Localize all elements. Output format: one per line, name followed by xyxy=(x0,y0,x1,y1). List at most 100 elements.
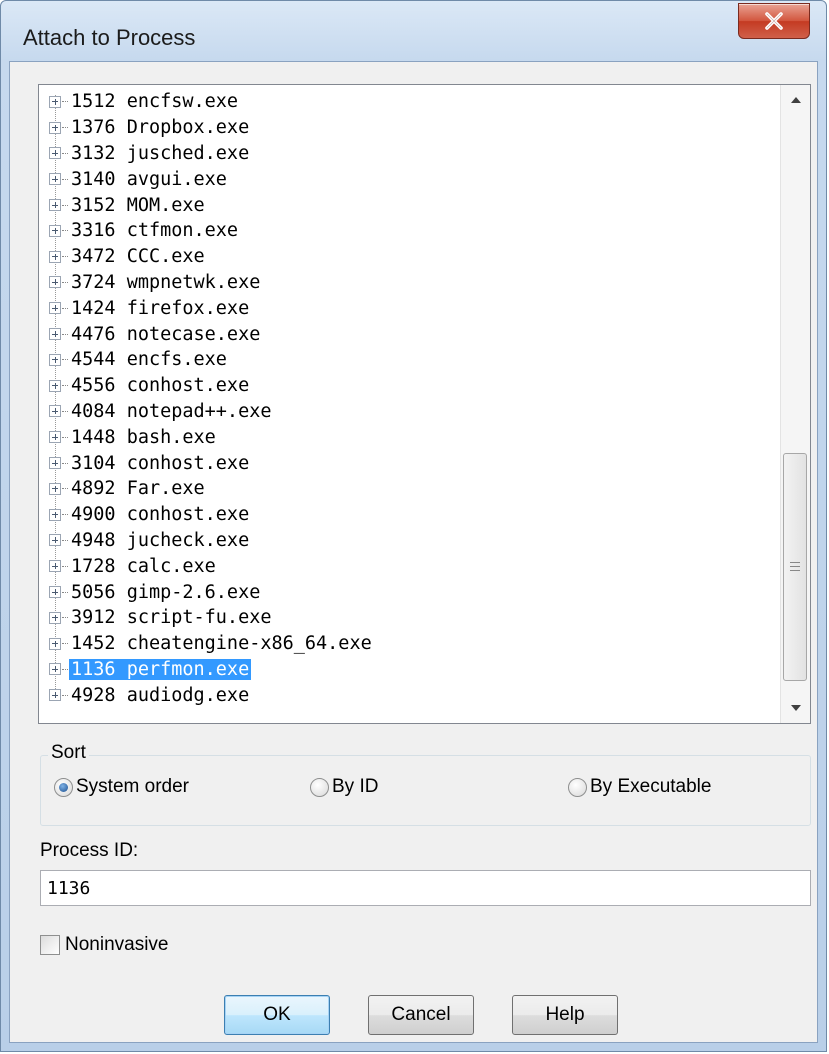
process-row-label: 1728 calc.exe xyxy=(71,555,216,577)
process-row[interactable]: 1376 Dropbox.exe xyxy=(49,115,780,141)
process-row[interactable]: 3152 MOM.exe xyxy=(49,192,780,218)
tree-branch-line xyxy=(62,539,68,541)
process-row[interactable]: 3316 ctfmon.exe xyxy=(49,218,780,244)
expand-plus-icon[interactable] xyxy=(49,302,61,315)
noninvasive-label: Noninvasive xyxy=(65,934,169,955)
expand-plus-icon[interactable] xyxy=(49,560,61,573)
tree-branch-line xyxy=(62,281,68,283)
process-row[interactable]: 3912 script-fu.exe xyxy=(49,605,780,631)
expand-plus-icon[interactable] xyxy=(49,663,61,676)
process-row[interactable]: 3104 conhost.exe xyxy=(49,450,780,476)
expand-plus-icon[interactable] xyxy=(49,147,61,160)
close-button[interactable] xyxy=(738,3,810,39)
tree-branch-line xyxy=(62,178,68,180)
process-tree: 1512 encfsw.exe 1376 Dropbox.exe 3132 jusc… xyxy=(49,89,780,708)
tree-branch-line xyxy=(62,591,68,593)
expand-plus-icon[interactable] xyxy=(49,431,61,444)
process-row[interactable]: 4084 notepad++.exe xyxy=(49,399,780,425)
sort-legend: Sort xyxy=(48,742,89,764)
process-row-label: 3472 CCC.exe xyxy=(71,246,205,268)
vertical-scrollbar[interactable] xyxy=(780,85,810,723)
dialog-client-area: 1512 encfsw.exe 1376 Dropbox.exe 3132 jusc… xyxy=(9,61,818,1043)
process-row[interactable]: 1424 firefox.exe xyxy=(49,295,780,321)
tree-branch-line xyxy=(62,565,68,567)
expand-plus-icon[interactable] xyxy=(49,405,61,418)
tree-branch-line xyxy=(62,333,68,335)
expand-plus-icon[interactable] xyxy=(49,199,61,212)
arrow-up-icon xyxy=(790,97,801,103)
process-row-label: 4900 conhost.exe xyxy=(71,504,250,526)
help-button[interactable]: Help xyxy=(512,995,618,1035)
scroll-up-button[interactable] xyxy=(781,85,810,115)
attach-to-process-dialog: Attach to Process 1512 encfsw.exe 1376 Dr… xyxy=(0,0,827,1052)
expand-plus-icon[interactable] xyxy=(49,534,61,547)
process-row[interactable]: 1452 cheatengine-x86_64.exe xyxy=(49,631,780,657)
tree-branch-line xyxy=(62,204,68,206)
radio-by-executable[interactable]: By Executable xyxy=(568,776,711,798)
process-row[interactable]: 1728 calc.exe xyxy=(49,553,780,579)
window-title: Attach to Process xyxy=(23,25,196,50)
tree-branch-line xyxy=(62,462,68,464)
process-row[interactable]: 3472 CCC.exe xyxy=(49,244,780,270)
process-row-label: 5056 gimp-2.6.exe xyxy=(71,581,261,603)
process-row[interactable]: 3132 jusched.exe xyxy=(49,141,780,167)
expand-plus-icon[interactable] xyxy=(49,328,61,341)
tree-branch-line xyxy=(62,101,68,103)
process-row[interactable]: 4544 encfs.exe xyxy=(49,347,780,373)
expand-plus-icon[interactable] xyxy=(49,173,61,186)
process-row-label: 1136 perfmon.exe xyxy=(69,658,252,680)
process-row[interactable]: 1448 bash.exe xyxy=(49,424,780,450)
tree-branch-line xyxy=(62,643,68,645)
process-row-label: 4928 audiodg.exe xyxy=(71,684,250,706)
process-row[interactable]: 3140 avgui.exe xyxy=(49,166,780,192)
expand-plus-icon[interactable] xyxy=(49,508,61,521)
process-row-label: 3912 script-fu.exe xyxy=(71,607,272,629)
expand-plus-icon[interactable] xyxy=(49,276,61,289)
process-row[interactable]: 3724 wmpnetwk.exe xyxy=(49,270,780,296)
expand-plus-icon[interactable] xyxy=(49,586,61,599)
scroll-down-button[interactable] xyxy=(781,693,810,723)
ok-button[interactable]: OK xyxy=(224,995,330,1035)
tree-branch-line xyxy=(62,617,68,619)
radio-by-id[interactable]: By ID xyxy=(310,776,378,798)
process-row[interactable]: 4948 jucheck.exe xyxy=(49,528,780,554)
radio-unchecked-icon xyxy=(568,777,587,797)
expand-plus-icon[interactable] xyxy=(49,95,61,108)
expand-plus-icon[interactable] xyxy=(49,121,61,134)
process-row[interactable]: 4556 conhost.exe xyxy=(49,373,780,399)
tree-branch-line xyxy=(62,256,68,258)
scroll-grip-icon xyxy=(790,562,800,574)
tree-branch-line xyxy=(62,436,68,438)
process-row-label: 1448 bash.exe xyxy=(71,426,216,448)
title-bar[interactable]: Attach to Process xyxy=(1,1,826,61)
arrow-down-icon xyxy=(790,705,801,711)
expand-plus-icon[interactable] xyxy=(49,637,61,650)
radio-system-order[interactable]: System order xyxy=(54,776,189,798)
process-row[interactable]: 4928 audiodg.exe xyxy=(49,682,780,708)
close-icon xyxy=(765,12,783,30)
expand-plus-icon[interactable] xyxy=(49,689,61,702)
process-id-input[interactable]: 1136 xyxy=(40,870,811,906)
expand-plus-icon[interactable] xyxy=(49,482,61,495)
process-row[interactable]: 5056 gimp-2.6.exe xyxy=(49,579,780,605)
process-row[interactable]: 4900 conhost.exe xyxy=(49,502,780,528)
process-row-label: 1452 cheatengine-x86_64.exe xyxy=(71,633,372,655)
process-row-label: 4476 notecase.exe xyxy=(71,323,261,345)
noninvasive-checkbox[interactable]: Noninvasive xyxy=(40,934,169,956)
process-row-label: 4556 conhost.exe xyxy=(71,375,250,397)
process-row-label: 1512 encfsw.exe xyxy=(71,91,239,113)
cancel-button[interactable]: Cancel xyxy=(368,995,474,1035)
process-row-label: 3140 avgui.exe xyxy=(71,168,227,190)
scroll-thumb[interactable] xyxy=(783,453,807,681)
process-row[interactable]: 1512 encfsw.exe xyxy=(49,89,780,115)
expand-plus-icon[interactable] xyxy=(49,379,61,392)
expand-plus-icon[interactable] xyxy=(49,250,61,263)
process-list[interactable]: 1512 encfsw.exe 1376 Dropbox.exe 3132 jusc… xyxy=(38,84,811,724)
process-row[interactable]: 4892 Far.exe xyxy=(49,476,780,502)
process-row[interactable]: 1136 perfmon.exe xyxy=(49,657,780,683)
expand-plus-icon[interactable] xyxy=(49,457,61,470)
expand-plus-icon[interactable] xyxy=(49,611,61,624)
expand-plus-icon[interactable] xyxy=(49,224,61,237)
process-row[interactable]: 4476 notecase.exe xyxy=(49,321,780,347)
expand-plus-icon[interactable] xyxy=(49,353,61,366)
